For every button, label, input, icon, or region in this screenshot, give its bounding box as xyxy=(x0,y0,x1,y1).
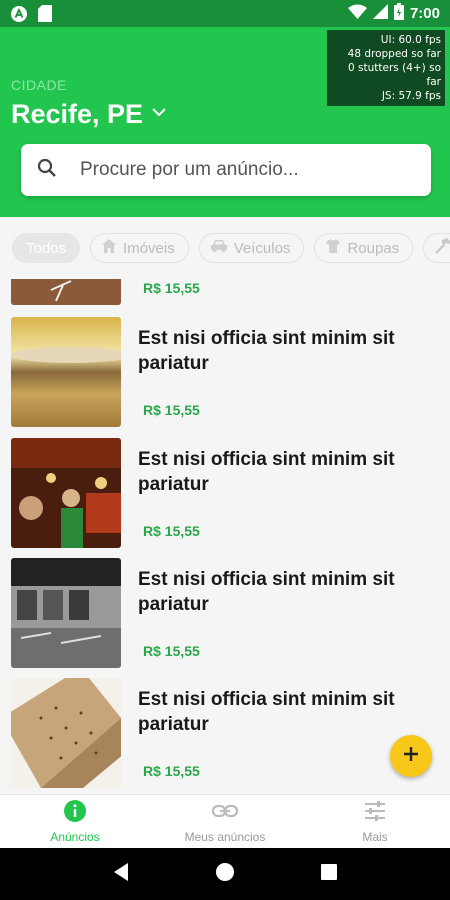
category-chip-roupas[interactable]: Roupas xyxy=(314,233,414,263)
header: UI: 60.0 fps 48 dropped so far 0 stutter… xyxy=(0,27,450,217)
listing-thumbnail xyxy=(11,558,121,668)
status-bar-notifications xyxy=(10,5,54,23)
perf-line: 0 stutters (4+) so far xyxy=(348,62,441,88)
listing-price: R$ 15,55 xyxy=(143,280,200,296)
status-bar: 7:00 xyxy=(0,0,450,27)
tab-label: Meus anúncios xyxy=(184,830,266,844)
signal-icon xyxy=(372,4,388,23)
category-chips: Todos Imóveis Veículos Roupas xyxy=(0,217,450,279)
category-chip-todos[interactable]: Todos xyxy=(12,233,81,263)
tab-mais[interactable]: Mais xyxy=(300,795,450,848)
info-icon xyxy=(63,799,87,828)
wifi-icon xyxy=(347,4,367,23)
perf-line: UI: 60.0 fps xyxy=(380,34,441,46)
app-notification-icon xyxy=(10,5,28,23)
city-name: Recife, PE xyxy=(11,99,144,129)
list-item[interactable]: Est nisi officia sint minim sit pariatur… xyxy=(11,558,441,668)
listing-title: Est nisi officia sint minim sit pariatur xyxy=(138,689,395,735)
listing-price: R$ 15,55 xyxy=(143,402,200,418)
search-bar[interactable] xyxy=(21,144,431,196)
chip-label: Roupas xyxy=(347,239,400,257)
chip-label: Imóveis xyxy=(123,239,175,257)
list-item[interactable]: Est nisi officia sint minim sit pariatur… xyxy=(11,317,441,427)
category-chip-imoveis[interactable]: Imóveis xyxy=(90,233,189,263)
link-icon xyxy=(211,799,239,828)
listing-title: Est nisi officia sint minim sit pariatur xyxy=(138,328,395,374)
listing-price: R$ 15,55 xyxy=(143,763,200,779)
chevron-down-icon xyxy=(149,102,169,127)
perf-monitor: UI: 60.0 fps 48 dropped so far 0 stutter… xyxy=(327,30,445,106)
hammer-icon xyxy=(434,237,450,259)
back-icon[interactable] xyxy=(112,862,130,887)
list-item[interactable]: R$ 15,55 xyxy=(11,279,441,305)
house-icon xyxy=(101,238,117,258)
listing-thumbnail xyxy=(11,438,121,548)
search-input[interactable] xyxy=(80,159,400,181)
listing-thumbnail xyxy=(11,317,121,427)
recents-icon[interactable] xyxy=(320,863,338,886)
battery-icon xyxy=(393,3,404,24)
tab-label: Mais xyxy=(362,830,388,844)
listing-thumbnail xyxy=(11,279,121,305)
sliders-icon xyxy=(363,799,387,828)
category-chip-tools[interactable] xyxy=(423,233,450,263)
shirt-icon xyxy=(325,238,341,258)
list-item[interactable]: Est nisi officia sint minim sit pariatur… xyxy=(11,438,441,548)
listing-title: Est nisi officia sint minim sit pariatur xyxy=(138,569,395,615)
perf-line: JS: 57.9 fps xyxy=(381,90,441,102)
perf-line: 48 dropped so far xyxy=(347,48,441,60)
status-time: 7:00 xyxy=(409,5,440,22)
system-nav-bar xyxy=(0,848,450,900)
city-selector[interactable]: Recife, PE xyxy=(11,99,169,130)
sd-card-icon xyxy=(36,5,54,23)
add-listing-button[interactable] xyxy=(390,735,432,777)
home-icon[interactable] xyxy=(215,862,235,887)
city-label: CIDADE xyxy=(11,77,67,93)
list-item[interactable]: Est nisi officia sint minim sit pariatur… xyxy=(11,678,441,788)
category-chip-veiculos[interactable]: Veículos xyxy=(198,233,305,263)
tab-meus-anuncios[interactable]: Meus anúncios xyxy=(150,795,300,848)
listing-price: R$ 15,55 xyxy=(143,643,200,659)
tab-anuncios[interactable]: Anúncios xyxy=(0,795,150,848)
search-icon xyxy=(37,158,57,183)
car-icon xyxy=(210,239,228,257)
listing-list: R$ 15,55 Est nisi officia sint minim sit xyxy=(0,279,450,794)
listing-price: R$ 15,55 xyxy=(143,523,200,539)
bottom-nav: Anúncios Meus anúncios Mais xyxy=(0,794,450,848)
listing-thumbnail xyxy=(11,678,121,788)
chip-label: Veículos xyxy=(233,239,291,257)
plus-icon xyxy=(402,745,420,768)
chip-label: Todos xyxy=(26,239,67,257)
tab-label: Anúncios xyxy=(50,830,100,844)
listing-title: Est nisi officia sint minim sit pariatur xyxy=(138,449,395,495)
